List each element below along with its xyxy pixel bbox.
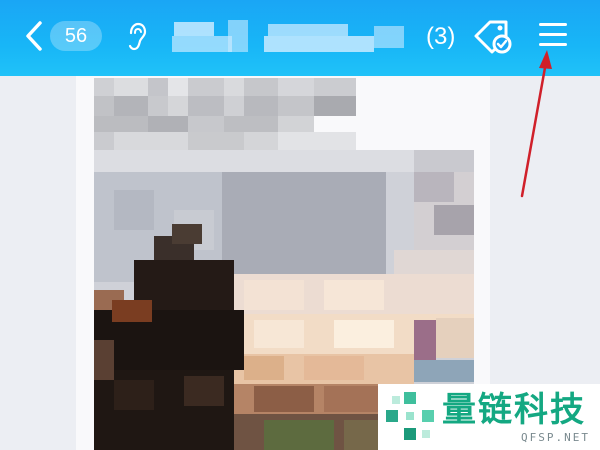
ear-icon[interactable] bbox=[126, 22, 148, 52]
chat-title bbox=[168, 18, 412, 58]
chevron-left-icon[interactable] bbox=[22, 20, 46, 52]
watermark-brand-name: 量链科技 bbox=[442, 390, 586, 430]
annotation-arrow bbox=[520, 50, 552, 198]
member-count: (3) bbox=[426, 23, 456, 50]
watermark-domain: QFSP.NET bbox=[521, 431, 590, 444]
unread-count-badge[interactable]: 56 bbox=[50, 21, 102, 51]
watermark-logo bbox=[386, 392, 434, 440]
brand-watermark: 量链科技 QFSP.NET bbox=[378, 384, 600, 450]
pixelated-text bbox=[94, 78, 356, 150]
